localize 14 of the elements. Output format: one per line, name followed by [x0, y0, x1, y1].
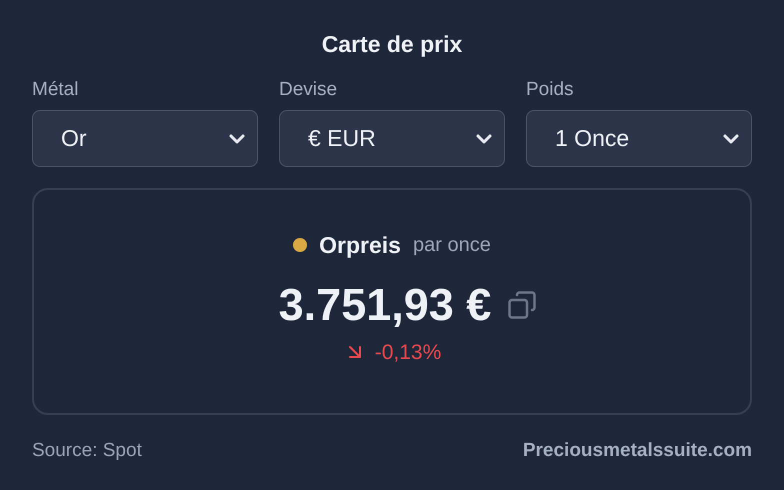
- select-dropdown[interactable]: 1 Once: [526, 110, 752, 167]
- card-title: Carte de prix: [322, 30, 462, 58]
- field-label: Métal: [32, 78, 78, 102]
- select-dropdown[interactable]: € EUR: [279, 110, 505, 167]
- select-dropdown[interactable]: Or: [32, 110, 258, 167]
- site-link[interactable]: Preciousmetalssuite.com: [522, 437, 752, 466]
- price-change: -0,13%: [342, 336, 442, 368]
- field-label: Devise: [279, 78, 338, 102]
- field-label: Poids: [526, 78, 574, 102]
- source-text: Source: Spot: [32, 439, 142, 463]
- copy-icon[interactable]: [507, 290, 538, 320]
- metal-name: Orpreis: [319, 231, 401, 260]
- unit-label: par once: [412, 233, 491, 258]
- price-value: 3.751,93 €: [278, 278, 492, 332]
